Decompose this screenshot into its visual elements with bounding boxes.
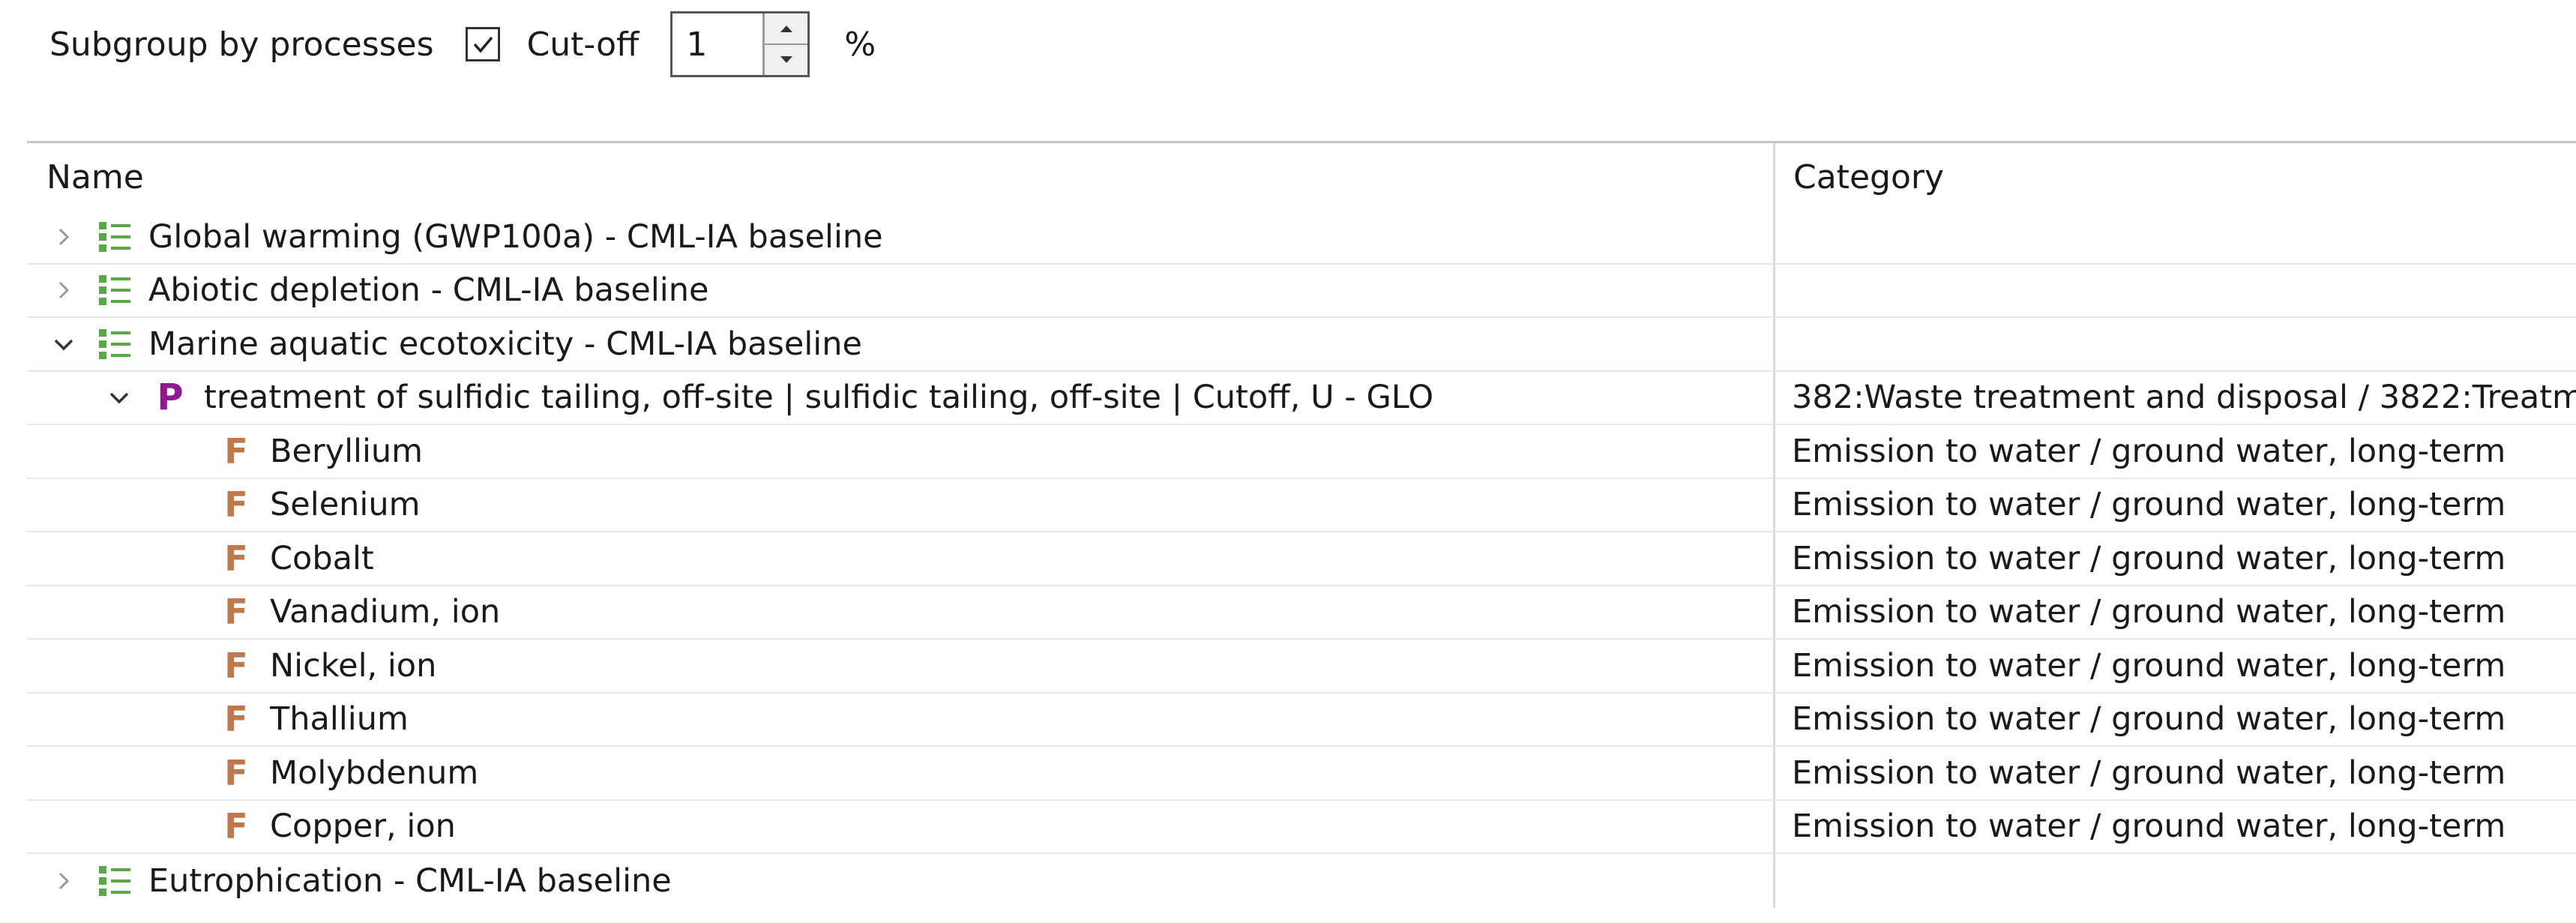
spinner-down-button[interactable] (765, 43, 808, 75)
table-row[interactable]: F Thallium Emission to water / ground wa… (27, 693, 2576, 747)
category-cell (1775, 265, 2576, 317)
name-cell: F Nickel, ion (27, 640, 1775, 692)
arrow-down-icon (780, 56, 792, 63)
table-row[interactable]: F Nickel, ion Emission to water / ground… (27, 640, 2576, 694)
subgroup-checkbox[interactable] (465, 27, 500, 61)
chevron-right-icon (58, 228, 70, 245)
collapse-toggle[interactable] (46, 327, 81, 361)
spinner-up-button[interactable] (765, 13, 807, 43)
chevron-right-icon (58, 282, 70, 299)
row-name: Abiotic depletion - CML-IA baseline (148, 271, 709, 310)
toolbar: Subgroup by processes Cut-off 1 % (49, 10, 876, 78)
expand-toggle[interactable] (46, 220, 81, 254)
row-name: Beryllium (270, 432, 424, 470)
category-cell: Emission to water / ground water, long-t… (1792, 808, 2506, 846)
chevron-down-icon (109, 393, 129, 404)
cutoff-spinner[interactable]: 1 (670, 11, 810, 77)
row-name: Molybdenum (270, 754, 479, 792)
row-name: Global warming (GWP100a) - CML-IA baseli… (148, 217, 883, 256)
category-cell (1775, 854, 2576, 908)
name-cell: F Cobalt (27, 532, 1775, 585)
chevron-down-icon (54, 339, 73, 351)
name-cell: P treatment of sulfidic tailing, off-sit… (27, 371, 1775, 424)
category-cell: Emission to water / ground water, long-t… (1792, 486, 2506, 524)
chevron-right-icon (58, 872, 70, 889)
cutoff-label: Cut-off (526, 25, 640, 64)
impact-category-icon (93, 322, 136, 366)
cutoff-input[interactable]: 1 (672, 13, 762, 75)
row-name: Thallium (270, 700, 409, 739)
flow-icon: F (224, 806, 248, 847)
impact-category-icon (93, 859, 136, 903)
flow-icon: F (224, 645, 248, 686)
name-cell: Marine aquatic ecotoxicity - CML-IA base… (27, 318, 1775, 370)
name-cell: F Vanadium, ion (27, 586, 1775, 638)
category-cell: 382:Waste treatment and disposal / 3822:… (1792, 379, 2576, 417)
category-cell (1775, 211, 2576, 263)
row-name: Copper, ion (270, 808, 456, 846)
flow-icon: F (224, 484, 248, 526)
impact-category-icon (93, 215, 136, 259)
expand-toggle[interactable] (46, 864, 81, 898)
category-cell: Emission to water / ground water, long-t… (1792, 539, 2506, 577)
expand-toggle[interactable] (46, 273, 81, 307)
row-name: Selenium (270, 486, 421, 524)
table-row[interactable]: Abiotic depletion - CML-IA baseline (27, 264, 2576, 318)
row-name: Marine aquatic ecotoxicity - CML-IA base… (148, 325, 862, 363)
table-row[interactable]: Marine aquatic ecotoxicity - CML-IA base… (27, 318, 2576, 372)
unit-label: % (844, 25, 876, 64)
name-cell: F Copper, ion (27, 800, 1775, 853)
table-row[interactable]: P treatment of sulfidic tailing, off-sit… (27, 371, 2576, 425)
process-icon: P (157, 376, 184, 419)
row-name: treatment of sulfidic tailing, off-site … (204, 379, 1434, 417)
impact-category-icon (93, 268, 136, 312)
name-cell: F Selenium (27, 478, 1775, 531)
collapse-toggle[interactable] (102, 380, 136, 415)
flow-icon: F (224, 430, 248, 472)
category-cell (1775, 318, 2576, 370)
flow-icon: F (224, 699, 248, 740)
flow-icon: F (224, 752, 248, 793)
table-header: Name Category (27, 143, 2576, 211)
table-row[interactable]: F Beryllium Emission to water / ground w… (27, 425, 2576, 479)
table-row[interactable]: F Molybdenum Emission to water / ground … (27, 747, 2576, 801)
category-cell: Emission to water / ground water, long-t… (1792, 754, 2506, 792)
category-cell: Emission to water / ground water, long-t… (1792, 593, 2506, 631)
flow-icon: F (224, 538, 248, 579)
name-cell: Abiotic depletion - CML-IA baseline (27, 264, 1775, 316)
name-cell: F Beryllium (27, 425, 1775, 478)
table-row[interactable]: F Copper, ion Emission to water / ground… (27, 800, 2576, 854)
row-name: Eutrophication - CML-IA baseline (148, 862, 672, 900)
category-cell: Emission to water / ground water, long-t… (1792, 646, 2506, 685)
table-row[interactable]: Eutrophication - CML-IA baseline (27, 854, 2576, 908)
arrow-up-icon (780, 25, 792, 32)
flow-icon: F (224, 592, 248, 633)
contribution-tree-table: Name Category Global warming (GWP100a) -… (27, 141, 2576, 908)
row-name: Nickel, ion (270, 646, 437, 685)
table-row[interactable]: F Cobalt Emission to water / ground wate… (27, 532, 2576, 586)
category-cell: Emission to water / ground water, long-t… (1792, 432, 2506, 470)
spinner-arrows (762, 13, 808, 75)
table-row[interactable]: F Vanadium, ion Emission to water / grou… (27, 586, 2576, 640)
row-name: Cobalt (270, 539, 374, 577)
column-header-name[interactable]: Name (27, 143, 1775, 211)
row-name: Vanadium, ion (270, 593, 501, 631)
subgroup-label: Subgroup by processes (49, 25, 434, 64)
table-row[interactable]: Global warming (GWP100a) - CML-IA baseli… (27, 211, 2576, 265)
name-cell: Eutrophication - CML-IA baseline (27, 854, 1775, 908)
name-cell: Global warming (GWP100a) - CML-IA baseli… (27, 211, 1775, 263)
column-header-category[interactable]: Category (1775, 143, 2576, 211)
checkmark-icon (473, 36, 493, 53)
table-row[interactable]: F Selenium Emission to water / ground wa… (27, 478, 2576, 532)
name-cell: F Thallium (27, 693, 1775, 745)
category-cell: Emission to water / ground water, long-t… (1792, 700, 2506, 739)
name-cell: F Molybdenum (27, 747, 1775, 799)
